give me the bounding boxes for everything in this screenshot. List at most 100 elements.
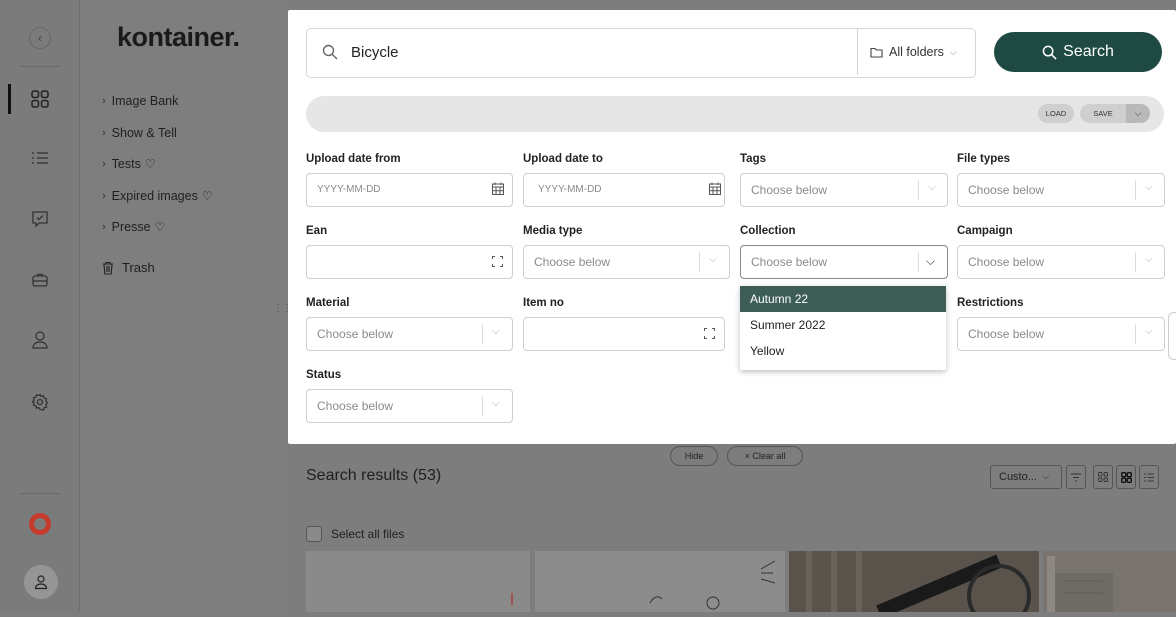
- saved-filters-bar: LOAD SAVE ⌵: [306, 96, 1164, 132]
- collapse-icon[interactable]: ‹: [29, 27, 51, 49]
- select-all-label: Select all files: [331, 527, 405, 541]
- grid-large-view-icon[interactable]: [1116, 465, 1136, 489]
- folder-item-tests[interactable]: › Tests ♡: [102, 156, 213, 188]
- search-icon: [322, 44, 338, 60]
- media-type-label: Media type: [523, 225, 583, 237]
- select-divider: [918, 180, 919, 200]
- search-bar[interactable]: Bicycle All folders ⌵: [306, 28, 976, 78]
- select-all-checkbox[interactable]: [306, 526, 322, 542]
- chevron-down-icon: ⌵: [492, 326, 500, 337]
- calendar-icon[interactable]: [709, 182, 721, 195]
- chevron-down-icon: ⌵: [1145, 182, 1153, 193]
- grid-small-view-icon[interactable]: [1093, 465, 1113, 489]
- folder-label: Show & Tell: [111, 125, 177, 140]
- heart-icon[interactable]: ♡: [145, 156, 156, 172]
- save-filter-button[interactable]: SAVE ⌵: [1080, 104, 1150, 123]
- chevron-down-icon[interactable]: ⌵: [1126, 104, 1150, 123]
- sort-label: Custo...: [999, 471, 1037, 483]
- collection-select[interactable]: Choose below ⌵: [740, 245, 948, 279]
- select-divider: [1135, 252, 1136, 272]
- campaign-label: Campaign: [957, 225, 1013, 237]
- material-select[interactable]: Choose below ⌵: [306, 317, 513, 351]
- restrictions-label: Restrictions: [957, 297, 1024, 309]
- select-all-files[interactable]: Select all files: [306, 526, 404, 542]
- chevron-down-icon: ⌵: [1145, 326, 1153, 337]
- icon-rail: ‹: [0, 0, 80, 612]
- select-divider: [482, 396, 483, 416]
- user-icon[interactable]: [28, 328, 52, 352]
- search-filter-card: Bicycle All folders ⌵ Search LOAD SAVE ⌵…: [288, 10, 1176, 444]
- result-thumbnail[interactable]: [535, 551, 785, 612]
- upload-date-to-placeholder: YYYY-MM-DD: [538, 184, 602, 195]
- dashboard-grid-icon[interactable]: [28, 87, 52, 111]
- briefcase-icon[interactable]: [28, 268, 52, 292]
- item-no-label: Item no: [523, 297, 564, 309]
- list-icon[interactable]: [28, 146, 52, 170]
- collection-placeholder[interactable]: Choose below: [751, 255, 827, 269]
- result-thumbnail[interactable]: [1043, 551, 1176, 612]
- folder-item-show-tell[interactable]: › Show & Tell: [102, 125, 213, 157]
- restrictions-select[interactable]: Choose below ⌵: [957, 317, 1165, 351]
- file-types-select[interactable]: Choose below ⌵: [957, 173, 1165, 207]
- hide-filters-button[interactable]: Hide: [670, 446, 718, 466]
- upload-date-from-field[interactable]: YYYY-MM-DD: [306, 173, 513, 207]
- ean-label: Ean: [306, 225, 328, 237]
- file-types-label: File types: [957, 153, 1011, 165]
- folder-scope-select[interactable]: All folders ⌵: [857, 29, 988, 75]
- side-scroll-tab[interactable]: [1168, 312, 1176, 360]
- gear-icon[interactable]: [28, 390, 52, 414]
- help-lifebuoy-icon[interactable]: [29, 513, 51, 535]
- chevron-down-icon: ⌵: [492, 398, 500, 409]
- select-divider: [1135, 324, 1136, 344]
- chevron-down-icon: ⌵: [1042, 472, 1049, 481]
- folder-item-image-bank[interactable]: › Image Bank: [102, 93, 213, 125]
- tags-label: Tags: [740, 153, 766, 165]
- campaign-placeholder: Choose below: [968, 255, 1045, 269]
- trash-folder[interactable]: Trash: [102, 260, 155, 275]
- collection-option[interactable]: Yellow: [740, 338, 946, 364]
- chevron-down-icon: ⌵: [949, 46, 957, 57]
- clear-all-button[interactable]: × Clear all: [727, 446, 803, 466]
- folder-label: Tests: [111, 157, 141, 171]
- sort-select[interactable]: Custo... ⌵: [990, 465, 1062, 489]
- collection-option[interactable]: Autumn 22: [740, 286, 946, 312]
- approval-icon[interactable]: [28, 207, 52, 231]
- logo: kontainer.: [117, 22, 240, 52]
- scan-icon[interactable]: [492, 256, 503, 267]
- folder-item-presse[interactable]: › Presse ♡: [102, 219, 213, 251]
- upload-date-to-field[interactable]: YYYY-MM-DD: [523, 173, 725, 207]
- select-divider: [1135, 180, 1136, 200]
- heart-icon[interactable]: ♡: [155, 219, 166, 235]
- collection-dropdown-menu: Autumn 22 Summer 2022 Yellow: [740, 286, 946, 370]
- media-type-select[interactable]: Choose below ⌵: [523, 245, 730, 279]
- collection-label: Collection: [740, 225, 796, 237]
- campaign-select[interactable]: Choose below ⌵: [957, 245, 1165, 279]
- status-select[interactable]: Choose below ⌵: [306, 389, 513, 423]
- heart-icon[interactable]: ♡: [202, 188, 213, 204]
- chevron-down-icon: ⌵: [926, 254, 936, 268]
- tags-select[interactable]: Choose below ⌵: [740, 173, 948, 207]
- folder-tree: › Image Bank › Show & Tell › Tests ♡ › E…: [102, 93, 213, 251]
- chevron-right-icon: ›: [102, 221, 106, 233]
- item-no-field[interactable]: [523, 317, 725, 351]
- folder-label: Expired images: [111, 188, 198, 203]
- load-filter-button[interactable]: LOAD: [1038, 104, 1074, 123]
- result-thumbnail[interactable]: [789, 551, 1039, 617]
- folder-item-expired-images[interactable]: › Expired images ♡: [102, 188, 213, 220]
- list-view-icon[interactable]: [1139, 465, 1159, 489]
- collection-option[interactable]: Summer 2022: [740, 312, 946, 338]
- calendar-icon[interactable]: [492, 182, 504, 195]
- sort-order-icon[interactable]: [1066, 465, 1086, 489]
- resize-grip-icon[interactable]: ⋮⋮: [273, 304, 292, 314]
- save-filter-label: SAVE: [1093, 109, 1113, 118]
- ean-field[interactable]: [306, 245, 513, 279]
- avatar-icon[interactable]: [24, 565, 58, 599]
- scan-icon[interactable]: [704, 328, 715, 339]
- upload-date-to-label: Upload date to: [523, 153, 603, 165]
- media-type-placeholder: Choose below: [534, 255, 611, 269]
- restrictions-placeholder: Choose below: [968, 327, 1045, 341]
- result-thumbnail[interactable]: [306, 551, 530, 612]
- folder-label: Presse: [111, 220, 151, 234]
- search-input[interactable]: Bicycle: [351, 44, 399, 61]
- search-button[interactable]: Search: [994, 32, 1162, 72]
